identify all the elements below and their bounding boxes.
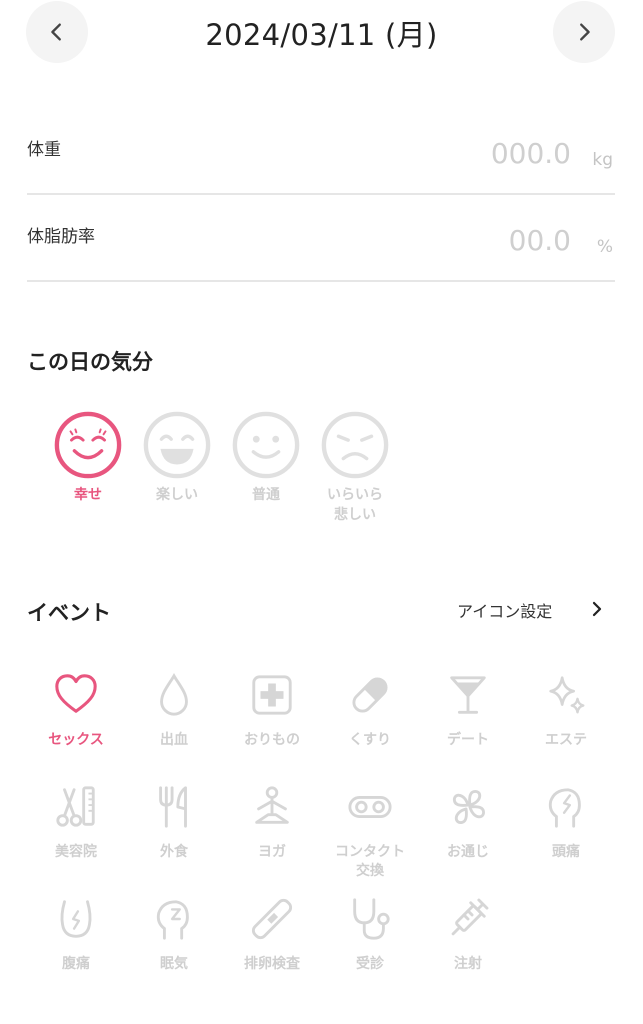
- event-bowel[interactable]: お通じ: [423, 784, 513, 862]
- event-label: 出血: [160, 732, 188, 748]
- stomachache-icon: [60, 900, 92, 938]
- event-eating-out[interactable]: 外食: [129, 784, 219, 862]
- mood-option-sad[interactable]: いらいら 悲しい: [315, 410, 395, 525]
- icon-settings-link[interactable]: アイコン設定: [457, 598, 552, 622]
- event-label: 排卵検査: [244, 956, 300, 972]
- event-label: 頭痛: [552, 844, 580, 860]
- body-fat-unit: %: [596, 237, 613, 257]
- event-date[interactable]: デート: [423, 672, 513, 750]
- event-ovulation-test[interactable]: 排卵検査: [227, 896, 317, 974]
- fork-knife-icon: [159, 786, 187, 828]
- event-label: セックス: [48, 732, 104, 748]
- mood-option-normal[interactable]: 普通: [226, 410, 306, 505]
- event-label: 眠気: [160, 956, 188, 972]
- event-label: コンタクト 交換: [335, 844, 405, 879]
- cross-box-icon: [252, 675, 292, 715]
- weight-label: 体重: [27, 140, 61, 160]
- contact-lens-icon: [348, 795, 392, 819]
- next-day-button[interactable]: [553, 1, 615, 63]
- headache-icon: [548, 788, 581, 828]
- weight-input[interactable]: 000.0: [491, 137, 571, 170]
- yoga-icon: [255, 786, 289, 824]
- sleepy-head-icon: [156, 900, 189, 940]
- test-stick-icon: [251, 898, 293, 940]
- weight-unit: kg: [592, 150, 613, 170]
- clover-icon: [453, 790, 485, 824]
- event-sleepy[interactable]: 眠気: [129, 896, 219, 974]
- event-label: 美容院: [55, 844, 97, 860]
- chevron-right-icon: [580, 23, 590, 41]
- event-label: デート: [447, 732, 489, 748]
- event-label: 注射: [454, 956, 482, 972]
- event-stomachache[interactable]: 腹痛: [31, 896, 121, 974]
- mood-option-fun[interactable]: 楽しい: [137, 410, 217, 505]
- sad-face-icon: [321, 411, 389, 479]
- stethoscope-icon: [353, 898, 390, 940]
- pill-icon: [352, 677, 388, 713]
- event-label: 受診: [356, 956, 384, 972]
- event-esthetic[interactable]: エステ: [521, 672, 611, 750]
- event-section-title: イベント: [27, 601, 111, 625]
- heart-icon: [55, 674, 97, 713]
- event-injection[interactable]: 注射: [423, 896, 513, 974]
- drop-icon: [160, 673, 188, 716]
- event-label: エステ: [545, 732, 587, 748]
- event-contact-exchange[interactable]: コンタクト 交換: [325, 784, 415, 881]
- happy-face-icon: [54, 411, 122, 479]
- event-bleeding[interactable]: 出血: [129, 672, 219, 750]
- body-fat-label: 体脂肪率: [27, 227, 95, 247]
- mood-section-title: この日の気分: [27, 350, 153, 374]
- event-yoga[interactable]: ヨガ: [227, 784, 317, 862]
- chevron-right-icon[interactable]: [588, 600, 606, 618]
- smiling-face-icon: [232, 411, 300, 479]
- event-discharge[interactable]: おりもの: [227, 672, 317, 750]
- sparkle-icon: [549, 676, 585, 714]
- event-label: ヨガ: [258, 844, 286, 860]
- body-fat-row[interactable]: 体脂肪率 00.0 %: [27, 192, 615, 282]
- mood-label: 普通: [252, 487, 280, 503]
- cocktail-icon: [450, 676, 486, 714]
- event-hospital-visit[interactable]: 受診: [325, 896, 415, 974]
- scissors-comb-icon: [56, 786, 95, 827]
- mood-label: いらいら 悲しい: [327, 487, 383, 523]
- weight-row[interactable]: 体重 000.0 kg: [27, 105, 615, 195]
- event-label: 腹痛: [62, 956, 90, 972]
- date-title: 2024/03/11 (月): [205, 18, 438, 52]
- event-label: お通じ: [447, 844, 489, 860]
- event-medicine[interactable]: くすり: [325, 672, 415, 750]
- mood-option-happy[interactable]: 幸せ: [48, 410, 128, 505]
- event-hair-salon[interactable]: 美容院: [31, 784, 121, 862]
- event-label: おりもの: [244, 732, 300, 748]
- event-label: くすり: [349, 732, 391, 748]
- syringe-icon: [451, 898, 489, 936]
- mood-label: 楽しい: [156, 487, 198, 503]
- body-fat-input[interactable]: 00.0: [509, 224, 571, 257]
- laughing-face-icon: [143, 411, 211, 479]
- event-label: 外食: [160, 844, 188, 860]
- mood-label: 幸せ: [74, 487, 102, 503]
- event-sex[interactable]: セックス: [31, 672, 121, 750]
- event-headache[interactable]: 頭痛: [521, 784, 611, 862]
